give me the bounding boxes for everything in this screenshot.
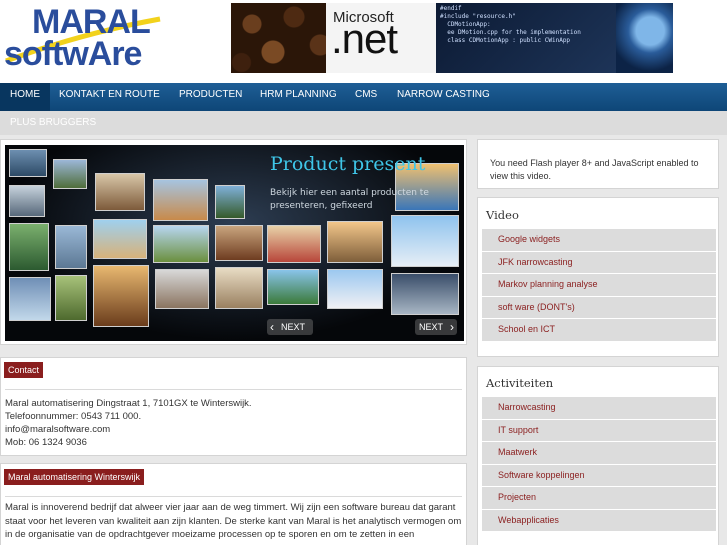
nav-item-narrow-casting[interactable]: NARROW CASTING xyxy=(387,83,500,111)
video-link[interactable]: Markov planning analyse xyxy=(482,274,716,297)
product-slideshow[interactable]: Product present Bekijk hier een aantal p… xyxy=(5,145,464,341)
photo-tile xyxy=(215,225,263,261)
photo-tile xyxy=(9,223,49,271)
photo-tile xyxy=(267,269,319,305)
photo-tile xyxy=(153,179,208,221)
divider xyxy=(5,389,462,390)
about-heading: Maral automatisering Winterswijk xyxy=(4,469,145,485)
activiteit-link[interactable]: Projecten xyxy=(482,487,716,510)
photo-tile xyxy=(391,273,459,315)
photo-tile xyxy=(55,275,87,321)
divider xyxy=(5,496,462,497)
video-heading: Video xyxy=(486,208,519,222)
photo-tile xyxy=(53,159,87,189)
slideshow-next-button[interactable]: NEXT › xyxy=(415,319,458,335)
photo-tile xyxy=(327,221,383,263)
photo-tile xyxy=(9,185,45,217)
header: MARAL softwAre Microsoft .net #endif #in… xyxy=(0,0,727,83)
contact-heading: Contact xyxy=(4,362,44,378)
slideshow-prev-button[interactable]: ‹ NEXT xyxy=(267,319,314,335)
code-snippet-image: #endif #include "resource.h" CDMotionApp… xyxy=(436,3,616,73)
activiteit-link[interactable]: Narrowcasting xyxy=(482,397,716,420)
photo-tile xyxy=(153,225,209,263)
video-link[interactable]: soft ware (DONT's) xyxy=(482,296,716,319)
video-list: Google widgets JFK narrowcasting Markov … xyxy=(482,229,716,342)
activiteiten-list: Narrowcasting IT support Maatwerk Softwa… xyxy=(482,397,716,532)
photo-tile xyxy=(215,185,245,219)
maral-software-logo[interactable]: MARAL softwAre xyxy=(4,3,164,75)
contact-address: Maral automatisering Dingstraat 1, 7101G… xyxy=(5,398,252,409)
photo-tile xyxy=(93,265,149,327)
slideshow-next-label: NEXT xyxy=(419,322,444,332)
about-panel: Maral automatisering Winterswijk Maral i… xyxy=(0,463,467,545)
activiteit-link[interactable]: Software koppelingen xyxy=(482,464,716,487)
video-link[interactable]: School en ICT xyxy=(482,319,716,342)
sub-navigation: PLUS BRUGGERS xyxy=(0,111,727,135)
nav-item-kontakt[interactable]: KONTAKT EN ROUTE xyxy=(49,83,170,111)
video-panel: Video Google widgets JFK narrowcasting M… xyxy=(477,197,719,357)
video-link[interactable]: Google widgets xyxy=(482,229,716,252)
photo-tile xyxy=(95,173,145,211)
contact-email[interactable]: info@maralsoftware.com xyxy=(5,424,110,435)
globe-image xyxy=(616,3,673,73)
photo-tile xyxy=(391,215,459,267)
flash-required-message: You need Flash player 8+ and JavaScript … xyxy=(490,158,699,181)
video-player-panel: You need Flash player 8+ and JavaScript … xyxy=(477,139,719,189)
contact-mobile: Mob: 06 1324 9036 xyxy=(5,437,87,448)
header-banner: Microsoft .net #endif #include "resource… xyxy=(231,3,673,73)
photo-tile xyxy=(215,267,263,309)
photo-tile xyxy=(9,277,51,321)
logo-line-2: softwAre xyxy=(4,35,142,73)
photo-tile xyxy=(267,225,321,263)
nav-item-plus-bruggers[interactable]: PLUS BRUGGERS xyxy=(10,117,96,128)
photo-tile xyxy=(93,219,147,259)
contact-phone: Telefoonnummer: 0543 711 000. xyxy=(5,411,142,422)
video-link[interactable]: JFK narrowcasting xyxy=(482,251,716,274)
contact-panel: Contact Maral automatisering Dingstraat … xyxy=(0,357,467,456)
nav-item-hrm-planning[interactable]: HRM PLANNING xyxy=(250,83,347,111)
photo-tile xyxy=(9,149,47,177)
about-text: Maral is innoverend bedrijf dat alweer v… xyxy=(5,502,462,540)
photo-tile xyxy=(155,269,209,309)
activiteit-link[interactable]: IT support xyxy=(482,419,716,442)
activiteit-link[interactable]: Webapplicaties xyxy=(482,509,716,532)
product-slideshow-panel: Product present Bekijk hier een aantal p… xyxy=(0,139,467,345)
slideshow-title: Product present xyxy=(270,153,426,175)
nav-item-cms[interactable]: CMS xyxy=(345,83,387,111)
dotnet-wordmark: .net xyxy=(331,15,398,62)
activiteit-link[interactable]: Maatwerk xyxy=(482,442,716,465)
photo-tile xyxy=(327,269,383,309)
coffee-beans-image xyxy=(231,3,336,73)
chevron-left-icon: ‹ xyxy=(270,320,274,334)
slideshow-prev-label: NEXT xyxy=(281,322,306,332)
photo-tile xyxy=(55,225,87,269)
nav-item-producten[interactable]: PRODUCTEN xyxy=(169,83,252,111)
slideshow-caption: Bekijk hier een aantal producten te pres… xyxy=(270,188,429,211)
activiteiten-heading: Activiteiten xyxy=(486,376,554,390)
nav-item-home[interactable]: HOME xyxy=(0,83,50,111)
main-navigation: HOME KONTAKT EN ROUTE PRODUCTEN HRM PLAN… xyxy=(0,83,727,111)
activiteiten-panel: Activiteiten Narrowcasting IT support Ma… xyxy=(477,366,719,545)
chevron-right-icon: › xyxy=(450,320,455,334)
